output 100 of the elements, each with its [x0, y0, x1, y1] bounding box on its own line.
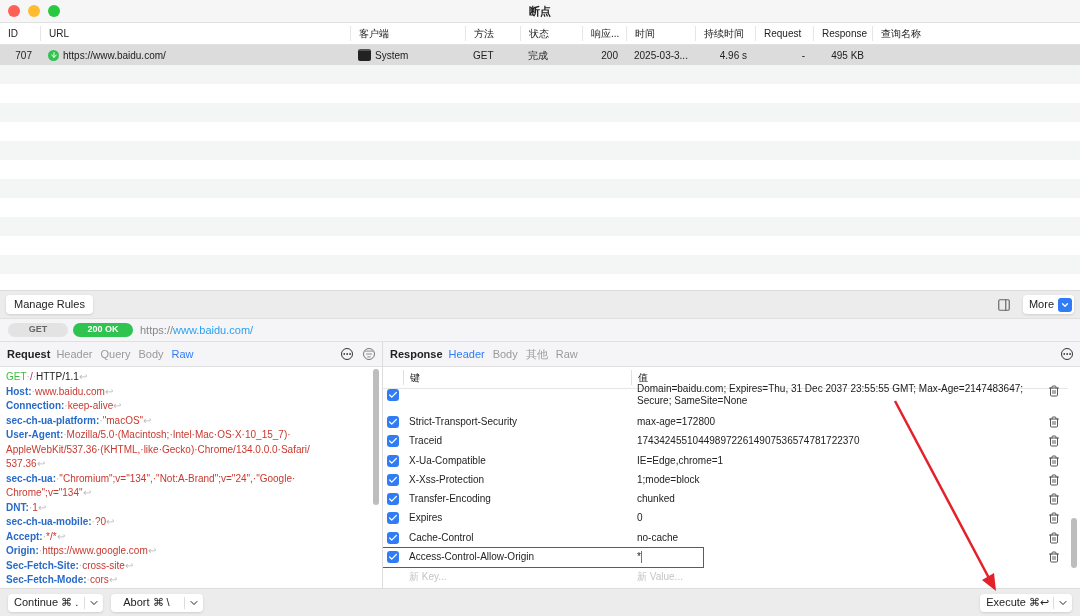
- table-cell-text: 2025-03-3...: [634, 48, 688, 63]
- delete-icon[interactable]: [1048, 493, 1060, 506]
- table-cell-text: 200: [601, 48, 618, 63]
- delete-icon[interactable]: [1048, 416, 1060, 428]
- column-header[interactable]: 时间: [626, 26, 695, 41]
- column-header[interactable]: 响应...: [582, 26, 626, 41]
- delete-icon[interactable]: [1048, 551, 1060, 564]
- delete-icon[interactable]: [1048, 512, 1060, 525]
- column-header[interactable]: URL: [40, 26, 350, 41]
- terminal-icon: [358, 49, 371, 61]
- delete-icon[interactable]: [1048, 385, 1060, 397]
- abort-button[interactable]: Abort ⌘ \: [111, 593, 203, 612]
- column-header[interactable]: ID: [0, 26, 40, 41]
- header-row[interactable]: X-Xss-Protection 1;mode=block: [383, 473, 1031, 486]
- execute-button[interactable]: Execute ⌘↩: [980, 593, 1072, 612]
- panel-title: Response: [390, 346, 443, 362]
- delete-icon[interactable]: [1048, 531, 1060, 544]
- table-cell-text: System: [375, 48, 409, 63]
- header-value[interactable]: IE=Edge,chrome=1: [637, 454, 724, 467]
- header-value[interactable]: 1;mode=block: [637, 473, 700, 486]
- method-badge: GET: [8, 323, 68, 337]
- checkbox[interactable]: [387, 416, 399, 428]
- header-row[interactable]: Expires 0: [383, 512, 1031, 525]
- checkbox[interactable]: [387, 454, 399, 467]
- header-key[interactable]: Transfer-Encoding: [409, 493, 491, 505]
- column-header: 值: [631, 370, 648, 385]
- tab[interactable]: Header: [444, 345, 489, 363]
- checkbox[interactable]: [387, 531, 399, 544]
- header-row[interactable]: Access-Control-Allow-Origin *: [383, 548, 703, 568]
- header-key[interactable]: X-Xss-Protection: [409, 473, 485, 485]
- header-value[interactable]: Domain=baidu.com; Expires=Thu, 31 Dec 2037 23:55:55 GMT; Max-Age=2147483647;: [637, 383, 1024, 395]
- table-cell-text: 495 KB: [831, 48, 864, 63]
- code-line: Chrome";v="134"↩: [6, 486, 91, 500]
- header-row[interactable]: Cache-Control no-cache: [383, 531, 1031, 544]
- column-header[interactable]: Response: [813, 26, 872, 41]
- checkbox[interactable]: [387, 435, 399, 448]
- header-row[interactable]: Strict-Transport-Security max-age=172800: [383, 416, 1031, 428]
- checkbox[interactable]: [387, 493, 399, 506]
- header-key[interactable]: X-Ua-Compatible: [409, 454, 486, 466]
- code-line: DNT:·1↩: [6, 500, 46, 515]
- checkbox[interactable]: [387, 551, 399, 564]
- delete-icon[interactable]: [1048, 435, 1060, 448]
- table-cell-text: 完成: [528, 48, 548, 63]
- tab[interactable]: Raw: [167, 345, 198, 363]
- code-line: Connection:·keep-alive↩: [6, 399, 122, 413]
- header-key[interactable]: Traceid: [409, 435, 442, 447]
- checkbox[interactable]: [387, 512, 399, 525]
- table-row[interactable]: 707 https://www.baidu.com/ System GET 完成 200 2025-03-3... 4.96 s - 495 KB: [0, 45, 1080, 65]
- filter-icon[interactable]: [363, 348, 375, 360]
- code-line: Sec-Fetch-Mode:·cors↩: [6, 573, 117, 587]
- code-line: GET·/·HTTP/1.1↩: [6, 370, 87, 384]
- header-key[interactable]: Strict-Transport-Security: [409, 416, 517, 427]
- header-key[interactable]: Expires: [409, 512, 443, 524]
- code-line: sec-ch-ua-platform:·"macOS"↩: [6, 413, 152, 428]
- code-line: Origin:·https://www.google.com↩: [6, 544, 156, 558]
- download-status-icon: [48, 49, 59, 61]
- more-button[interactable]: More: [1022, 295, 1074, 314]
- header-value[interactable]: max-age=172800: [637, 416, 716, 428]
- header-value[interactable]: chunked: [637, 493, 675, 506]
- close-button[interactable]: [8, 5, 20, 17]
- manage-rules-button[interactable]: Manage Rules: [6, 295, 93, 314]
- zoom-button[interactable]: [48, 5, 60, 17]
- column-header[interactable]: 状态: [520, 26, 582, 41]
- header-row[interactable]: Domain=baidu.com; Expires=Thu, 31 Dec 2037 23:55:55 GMT; Max-Age=2147483647; Secure; SameSite=None: [383, 383, 1031, 407]
- delete-icon[interactable]: [1048, 473, 1060, 486]
- status-badge: 200 OK: [73, 323, 133, 337]
- header-value[interactable]: no-cache: [637, 531, 679, 544]
- table-cell-text: 4.96 s: [719, 48, 747, 63]
- scrollbar-thumb[interactable]: [1071, 518, 1077, 568]
- table-cell-text: https://www.baidu.com/: [63, 48, 166, 63]
- header-key[interactable]: Access-Control-Allow-Origin: [409, 551, 535, 563]
- column-header[interactable]: Request: [755, 26, 813, 41]
- header-value[interactable]: Secure; SameSite=None: [637, 395, 748, 407]
- column-header[interactable]: 查询名称: [872, 26, 1080, 41]
- request-url: https://www.baidu.com/: [140, 322, 254, 338]
- window-title: 断点: [528, 3, 552, 19]
- column-header[interactable]: 方法: [465, 26, 520, 41]
- column-header[interactable]: 客户端: [350, 26, 465, 41]
- code-line: AppleWebKit/537.36·(KHTML,·like·Gecko)·Chrome/134.0.0.0·Safari/: [6, 442, 310, 457]
- header-value[interactable]: *: [637, 551, 642, 564]
- code-line: Sec-Fetch-Site:·cross-site↩: [6, 558, 133, 573]
- code-line: Host:·www.baidu.com↩: [6, 384, 113, 399]
- column-header: 键: [403, 370, 631, 385]
- checkbox[interactable]: [387, 473, 399, 486]
- scrollbar-thumb[interactable]: [373, 369, 379, 505]
- delete-icon[interactable]: [1048, 454, 1060, 467]
- continue-button[interactable]: Continue ⌘ .: [8, 593, 104, 612]
- code-line: Accept:·*/*↩: [6, 529, 65, 544]
- column-header[interactable]: 持续时间: [695, 26, 755, 41]
- code-line: User-Agent:·Mozilla/5.0·(Macintosh;·Intel·Mac·OS·X·10_15_7)·: [6, 428, 291, 442]
- header-row[interactable]: Transfer-Encoding chunked: [383, 493, 1031, 506]
- code-line: sec-ch-ua-mobile:·?0↩: [6, 515, 115, 529]
- header-key[interactable]: Cache-Control: [409, 531, 474, 543]
- header-row[interactable]: X-Ua-Compatible IE=Edge,chrome=1: [383, 454, 1031, 467]
- table-cell-text: GET: [473, 48, 494, 63]
- sidebar-toggle-icon[interactable]: [996, 297, 1011, 312]
- header-value[interactable]: 1743424551044989722614907536574781722370: [637, 435, 860, 448]
- header-value[interactable]: 0: [637, 512, 643, 525]
- checkbox[interactable]: [387, 389, 399, 401]
- header-row[interactable]: Traceid 1743424551044989722614907536574781722370: [383, 435, 1031, 448]
